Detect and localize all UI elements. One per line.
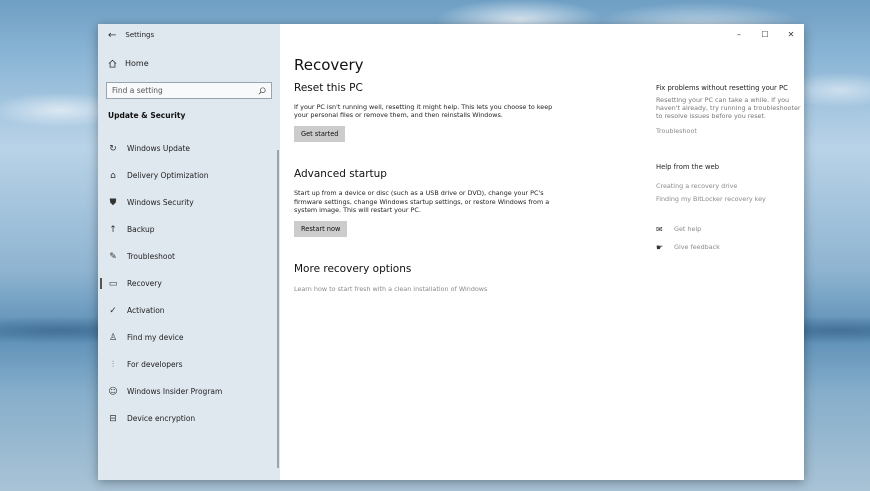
sidebar-item-label: Find my device — [127, 333, 184, 342]
sidebar-item-backup[interactable]: ↑ Backup — [98, 216, 280, 243]
sidebar-item-label: For developers — [127, 360, 183, 369]
sidebar-item-windows-insider-program[interactable]: ☺ Windows Insider Program — [98, 378, 280, 405]
settings-window: ← Settings Home Find a setting Update & … — [98, 24, 804, 480]
sidebar-item-label: Backup — [127, 225, 155, 234]
give-feedback-link[interactable]: ☛ Give feedback — [656, 243, 806, 252]
shield-icon: ⛊ — [109, 197, 117, 208]
restart-now-button[interactable]: Restart now — [294, 221, 348, 238]
maximize-button[interactable]: ☐ — [752, 24, 778, 44]
sidebar-item-label: Activation — [127, 306, 165, 315]
sidebar-item-label: Recovery — [127, 279, 162, 288]
fix-problems-text: Resetting your PC can take a while. If y… — [656, 96, 801, 121]
chat-help-icon: ✉ — [656, 224, 663, 234]
sidebar-item-label: Windows Insider Program — [127, 387, 223, 396]
sidebar-item-troubleshoot[interactable]: ✎ Troubleshoot — [98, 243, 280, 270]
sidebar-item-recovery[interactable]: ▭ Recovery — [98, 270, 280, 297]
feedback-icon: ☛ — [656, 242, 664, 252]
developer-icon: ⫶ — [111, 359, 115, 370]
clean-install-link[interactable]: Learn how to start fresh with a clean in… — [294, 285, 624, 293]
related-panel: Fix problems without resetting your PC R… — [656, 84, 806, 252]
reset-description: If your PC isn't running well, resetting… — [294, 103, 553, 120]
close-button[interactable]: ✕ — [778, 24, 804, 44]
sidebar: ← Settings Home Find a setting Update & … — [98, 24, 280, 480]
get-help-label: Get help — [674, 225, 702, 234]
content-area: – ☐ ✕ Recovery Reset this PC If your PC … — [280, 24, 804, 480]
search-input[interactable]: Find a setting — [106, 82, 272, 99]
sidebar-item-label: Device encryption — [127, 414, 196, 423]
lock-icon: ⊟ — [109, 413, 117, 424]
back-arrow-icon[interactable]: ← — [108, 30, 116, 41]
sidebar-nav: ↻ Windows Update ⌂ Delivery Optimization… — [98, 135, 280, 432]
check-circle-icon: ✓ — [109, 305, 117, 316]
sidebar-item-windows-security[interactable]: ⛊ Windows Security — [98, 189, 280, 216]
home-link[interactable]: Home — [98, 54, 280, 72]
sidebar-item-label: Delivery Optimization — [127, 171, 209, 180]
refresh-icon: ↻ — [109, 143, 117, 154]
page-title: Recovery — [294, 56, 364, 74]
get-help-link[interactable]: ✉ Get help — [656, 225, 806, 234]
home-icon — [108, 59, 117, 68]
bitlocker-key-link[interactable]: Finding my BitLocker recovery key — [656, 195, 806, 203]
recovery-drive-link[interactable]: Creating a recovery drive — [656, 182, 806, 190]
window-title-bar: ← Settings — [98, 24, 280, 46]
sidebar-scrollbar[interactable] — [277, 150, 279, 468]
window-title: Settings — [125, 31, 155, 39]
advanced-description: Start up from a device or disc (such as … — [294, 189, 550, 214]
search-icon — [258, 86, 266, 94]
sidebar-item-label: Windows Update — [127, 144, 191, 153]
advanced-heading: Advanced startup — [294, 168, 387, 181]
wrench-icon: ✎ — [109, 251, 117, 262]
sidebar-item-find-my-device[interactable]: ♙ Find my device — [98, 324, 280, 351]
more-options-heading: More recovery options — [294, 263, 412, 276]
search-placeholder: Find a setting — [112, 86, 163, 95]
main-panel: Recovery Reset this PC If your PC isn't … — [294, 56, 624, 293]
sidebar-item-device-encryption[interactable]: ⊟ Device encryption — [98, 405, 280, 432]
get-started-button[interactable]: Get started — [294, 126, 346, 143]
troubleshoot-link[interactable]: Troubleshoot — [656, 127, 806, 135]
sidebar-item-delivery-optimization[interactable]: ⌂ Delivery Optimization — [98, 162, 280, 189]
window-controls: – ☐ ✕ — [726, 24, 804, 44]
sidebar-item-label: Windows Security — [127, 198, 194, 207]
section-title: Update & Security — [108, 111, 186, 120]
reset-heading: Reset this PC — [294, 82, 363, 94]
minimize-button[interactable]: – — [726, 24, 752, 44]
sidebar-item-for-developers[interactable]: ⫶ For developers — [98, 351, 280, 378]
give-feedback-label: Give feedback — [674, 243, 720, 252]
home-label: Home — [125, 58, 149, 68]
help-from-web-title: Help from the web — [656, 162, 720, 171]
person-icon: ♙ — [108, 332, 118, 343]
fix-problems-title: Fix problems without resetting your PC — [656, 84, 788, 92]
recovery-icon: ▭ — [108, 278, 118, 289]
insider-icon: ☺ — [108, 386, 118, 397]
sidebar-item-label: Troubleshoot — [127, 252, 175, 261]
backup-arrow-icon: ↑ — [109, 224, 117, 235]
sidebar-item-windows-update[interactable]: ↻ Windows Update — [98, 135, 280, 162]
delivery-icon: ⌂ — [110, 170, 116, 181]
sidebar-item-activation[interactable]: ✓ Activation — [98, 297, 280, 324]
